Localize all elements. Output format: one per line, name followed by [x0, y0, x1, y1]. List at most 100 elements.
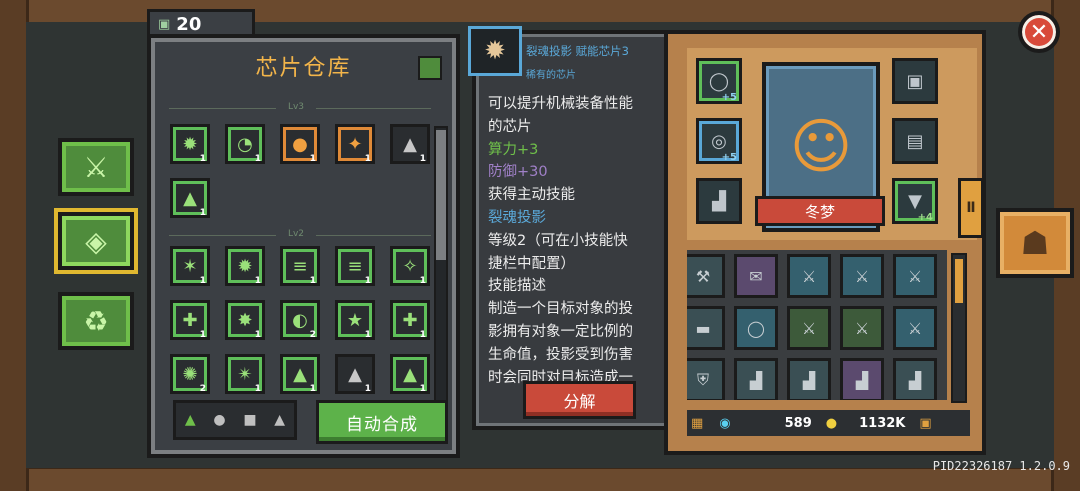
- inventory-scroll-thumb[interactable]: [955, 259, 963, 303]
- stat-compute: 算力+3: [488, 141, 539, 158]
- lv2-chip[interactable]: ▲ 1: [280, 354, 320, 394]
- lv2-chip[interactable]: ▲ 1: [390, 354, 430, 394]
- lv2-chip[interactable]: ✹ 1: [225, 246, 265, 286]
- chip-count-icon: ▣: [158, 16, 171, 32]
- auto-combine-button[interactable]: 自动合成: [316, 400, 448, 444]
- lv3-chip[interactable]: ◔ 1: [225, 124, 265, 164]
- tooltip-chip-icon: ✹: [468, 26, 522, 76]
- recycle-tab-button[interactable]: ♻: [58, 292, 134, 350]
- lv2-chip[interactable]: ✚ 1: [390, 300, 430, 340]
- lv2-chip[interactable]: ✶ 1: [170, 246, 210, 286]
- chip-icon: ▲: [183, 187, 197, 209]
- equip-slot-bracelet[interactable]: ◎ +5: [696, 118, 742, 164]
- weapon-tab-button[interactable]: ⚔: [58, 138, 134, 196]
- boots-icon: ▟: [712, 190, 726, 212]
- chip-icon: ✚: [402, 309, 418, 331]
- stat-defense: 防御+30: [488, 164, 548, 181]
- inventory-item[interactable]: ⛨: [687, 358, 725, 400]
- inventory-item[interactable]: ⚔: [840, 254, 884, 298]
- inventory-item[interactable]: ✉: [734, 254, 778, 298]
- currency-bar: ▦ ◉ 589 ● 1132K ▣: [687, 410, 970, 436]
- inventory-item[interactable]: ⚔: [787, 306, 831, 350]
- desc-line: 可以提升机械装备性能: [488, 96, 633, 112]
- lv2-chip[interactable]: ≡ 1: [280, 246, 320, 286]
- inventory-scrollbar[interactable]: [951, 253, 967, 403]
- chip-icon: ◐: [292, 309, 308, 331]
- chip-count-label: 2: [309, 330, 316, 340]
- lv3-chip[interactable]: ✹ 1: [170, 124, 210, 164]
- chip-count-label: 1: [309, 276, 316, 286]
- chip-count-label: 1: [309, 384, 316, 394]
- filter-triangle-icon[interactable]: ▲: [185, 412, 196, 428]
- chip-icon: ▲: [293, 363, 307, 385]
- inventory-item[interactable]: ⚔: [893, 254, 937, 298]
- filter-square-icon[interactable]: ■: [243, 412, 256, 428]
- warehouse-scroll-thumb[interactable]: [436, 130, 446, 260]
- expand-side-tab[interactable]: Ⅱ: [958, 178, 984, 238]
- equip-slot-cape[interactable]: ▼ +4: [892, 178, 938, 224]
- warehouse-info-button[interactable]: [418, 56, 442, 80]
- warehouse-title: 芯片仓库: [255, 56, 352, 81]
- lv3-chip[interactable]: ● 1: [280, 124, 320, 164]
- inventory-item[interactable]: ▟: [840, 358, 884, 400]
- lv2-chip[interactable]: ✺ 2: [170, 354, 210, 394]
- item-icon: ⛨: [696, 370, 709, 389]
- chip-count-label: 1: [254, 384, 261, 394]
- inventory-item[interactable]: ⚒: [687, 254, 725, 298]
- skill-desc-title: 技能描述: [488, 278, 546, 295]
- grid-icon[interactable]: ▣: [919, 416, 931, 431]
- skill-desc-line: 影拥有对象一定比例的: [488, 323, 633, 340]
- inventory-item[interactable]: ◯: [734, 306, 778, 350]
- inventory-item[interactable]: ⚔: [840, 306, 884, 350]
- lv2-chip[interactable]: ✸ 1: [225, 300, 265, 340]
- item-icon: ⚔: [854, 266, 870, 286]
- equip-slot-armor[interactable]: ▤: [892, 118, 938, 164]
- sort-icon[interactable]: ▦: [691, 416, 703, 431]
- lv2-chip[interactable]: ▲ 1: [335, 354, 375, 394]
- chip-icon: ◈: [85, 224, 107, 258]
- chip-tab-button[interactable]: ◈: [58, 212, 134, 270]
- helmet-face-icon: ☗: [1020, 224, 1050, 262]
- lv2-chip[interactable]: ✚ 1: [170, 300, 210, 340]
- item-icon: ⚔: [854, 318, 870, 338]
- warehouse-scrollbar[interactable]: [434, 126, 448, 410]
- inventory-item[interactable]: ⚔: [893, 306, 937, 350]
- chip-icon: ✺: [182, 363, 198, 385]
- inventory-item[interactable]: ▟: [787, 358, 831, 400]
- chip-icon: ✦: [347, 133, 363, 155]
- filter-circle-icon[interactable]: ●: [213, 412, 225, 428]
- lv3-chip[interactable]: ✦ 1: [335, 124, 375, 164]
- inventory-item[interactable]: ▟: [734, 358, 778, 400]
- chip-filter-bar[interactable]: ▲ ● ■ ▲: [173, 400, 297, 440]
- equip-slot-boots[interactable]: ▟: [696, 178, 742, 224]
- version-label: PID22326187 1.2.0.9: [932, 459, 1070, 473]
- close-button[interactable]: ✕: [1018, 11, 1060, 53]
- item-icon: ▟: [749, 370, 763, 390]
- chip-icon: ▲: [403, 133, 417, 155]
- equip-slot-helmet[interactable]: ▣: [892, 58, 938, 104]
- equip-slot-ring[interactable]: ◯ +5: [696, 58, 742, 104]
- tooltip-description: 可以提升机械装备性能 的芯片 算力+3 防御+30 获得主动技能 裂魂投影 等级…: [488, 93, 668, 389]
- lv3-chip[interactable]: ▲ 1: [390, 124, 430, 164]
- active-skill-label: 获得主动技能: [488, 187, 575, 204]
- chip-count-label: 1: [364, 330, 371, 340]
- inventory-item[interactable]: ▬: [687, 306, 725, 350]
- lv2-chip[interactable]: ✧ 1: [390, 246, 430, 286]
- tooltip-chip-name: 裂魂投影 赋能芯片3: [526, 44, 629, 58]
- lv2-chip[interactable]: ★ 1: [335, 300, 375, 340]
- filter-pyramid-icon[interactable]: ▲: [274, 412, 285, 428]
- chip-count-label: 1: [199, 208, 206, 218]
- lv3-chip[interactable]: ▲ 1: [170, 178, 210, 218]
- lv2-chip[interactable]: ✴ 1: [225, 354, 265, 394]
- chip-count-label: 1: [419, 330, 426, 340]
- inventory-item[interactable]: ▟: [893, 358, 937, 400]
- decompose-button[interactable]: 分解: [523, 381, 636, 419]
- left-frame: [0, 0, 29, 491]
- inventory-item[interactable]: ⚔: [787, 254, 831, 298]
- helmet-shop-button[interactable]: ☗: [996, 208, 1074, 278]
- inventory-grid: ⚒ ✉ ⚔ ⚔ ⚔ ▬ ◯ ⚔ ⚔ ⚔ ⛨ ▟ ▟ ▟ ▟: [687, 250, 947, 400]
- lv2-chip[interactable]: ≡ 1: [335, 246, 375, 286]
- chip-icon: ◔: [237, 133, 253, 155]
- item-icon: ⚔: [801, 266, 817, 286]
- lv2-chip[interactable]: ◐ 2: [280, 300, 320, 340]
